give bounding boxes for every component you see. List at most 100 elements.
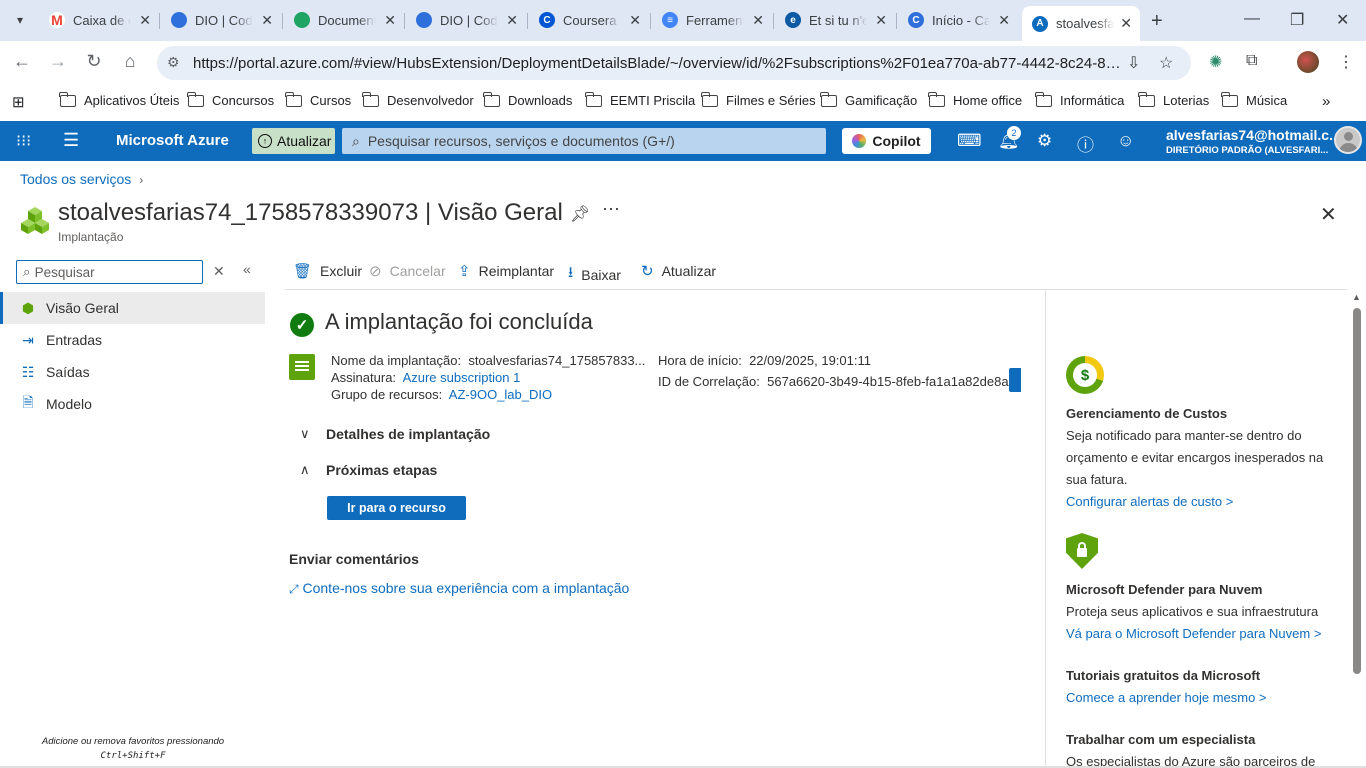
bookmark-folder[interactable]: Informática <box>1035 91 1124 108</box>
close-tab-icon[interactable]: ✕ <box>998 12 1010 29</box>
close-tab-icon[interactable]: ✕ <box>506 12 518 29</box>
back-button[interactable]: ← <box>10 51 34 72</box>
browser-tab[interactable]: C Início - Ca ✕ <box>898 6 1018 34</box>
close-tab-icon[interactable]: ✕ <box>629 12 641 29</box>
collapse-menu-icon[interactable]: « <box>243 261 251 277</box>
nav-item-overview[interactable]: ⬢ Visão Geral <box>0 292 265 324</box>
next-steps-expander[interactable]: ∧ Próximas etapas <box>300 462 437 478</box>
cost-alerts-link[interactable]: Configurar alertas de custo > <box>1066 494 1233 509</box>
deployment-details-expander[interactable]: ∨ Detalhes de implantação <box>300 426 490 442</box>
browser-menu-icon[interactable]: ⋮ <box>1338 52 1354 72</box>
restore-window-button[interactable]: ❐ <box>1290 10 1304 30</box>
more-options-icon[interactable]: ··· <box>602 198 620 219</box>
breadcrumb-all-services[interactable]: Todos os serviços <box>20 171 131 187</box>
bookmark-folder[interactable]: Desenvolvedor <box>362 91 474 108</box>
feedback-icon[interactable]: ☺ <box>1117 131 1134 151</box>
copy-to-clipboard-button[interactable] <box>1009 368 1021 392</box>
cancel-button[interactable]: ⊘ Cancelar <box>369 262 446 280</box>
scrollbar-thumb[interactable] <box>1353 308 1361 674</box>
subscription-link[interactable]: Azure subscription 1 <box>403 370 521 385</box>
scroll-up-arrow-icon[interactable]: ▲ <box>1352 292 1361 302</box>
bookmark-star-icon[interactable]: ☆ <box>1159 53 1173 73</box>
install-app-icon[interactable]: ⇩ <box>1127 53 1140 73</box>
browser-tab[interactable]: Astoalvesfa ✕ <box>1022 6 1140 41</box>
nav-item-outputs[interactable]: ☷ Saídas <box>0 356 265 388</box>
browser-tab-title: Coursera | <box>563 12 621 28</box>
close-tab-icon[interactable]: ✕ <box>384 12 396 29</box>
pin-icon[interactable]: 📌︎ <box>570 204 590 224</box>
extension-icon[interactable]: ✺ <box>1209 52 1222 72</box>
delete-button[interactable]: 🗑︎ Excluir <box>293 262 362 280</box>
nav-item-template[interactable]: 🗎︎ Modelo <box>0 388 265 420</box>
browser-tab[interactable]: C Coursera | ✕ <box>529 6 649 34</box>
bookmark-folder[interactable]: Home office <box>928 91 1022 108</box>
apps-grid-icon[interactable]: ⊞ <box>12 93 25 111</box>
refresh-button[interactable]: ↻ Atualizar <box>641 262 716 280</box>
reload-button[interactable]: ↻ <box>82 51 106 72</box>
bookmark-folder[interactable]: Concursos <box>187 91 274 108</box>
browser-tab[interactable]: e Et si tu n'e ✕ <box>775 6 895 34</box>
close-window-button[interactable]: ✕ <box>1336 10 1349 30</box>
upgrade-button[interactable]: ↑ Atualizar <box>252 128 335 154</box>
home-button[interactable]: ⌂ <box>118 51 142 72</box>
close-tab-icon[interactable]: ✕ <box>139 12 151 29</box>
tutorials-link[interactable]: Comece a aprender hoje mesmo > <box>1066 690 1267 705</box>
defender-link[interactable]: Vá para o Microsoft Defender para Nuvem … <box>1066 626 1321 641</box>
global-search-input[interactable]: ⌕ Pesquisar recursos, serviços e documen… <box>342 128 826 154</box>
address-bar[interactable]: ⚙ https://portal.azure.com/#view/HubsExt… <box>157 46 1191 80</box>
forward-button[interactable]: → <box>46 51 70 72</box>
new-tab-button[interactable]: + <box>1151 10 1163 33</box>
bookmark-folder[interactable]: Downloads <box>483 91 572 108</box>
download-label: Baixar <box>581 266 621 283</box>
user-avatar[interactable] <box>1334 126 1362 154</box>
browser-tab-title: Et si tu n'e <box>809 12 867 28</box>
help-icon[interactable]: ⓘ <box>1077 131 1094 156</box>
portal-menu-icon[interactable]: ☰ <box>63 130 79 151</box>
main-scrollbar[interactable]: ▲ <box>1347 290 1366 768</box>
bookmark-folder[interactable]: Aplicativos Úteis <box>59 91 179 108</box>
next-steps-label: Próximas etapas <box>326 462 438 478</box>
browser-tab[interactable]: DIO | Codi ✕ <box>406 6 526 34</box>
deployment-name-label: Nome da implantação: <box>331 353 462 368</box>
copilot-button[interactable]: Copilot <box>842 128 931 154</box>
breadcrumb[interactable]: Todos os serviços › <box>20 171 143 187</box>
close-icon[interactable]: ✕ <box>1320 202 1337 227</box>
extensions-puzzle-icon[interactable]: ⧉ <box>1246 52 1257 70</box>
close-tab-icon[interactable]: ✕ <box>261 12 273 29</box>
bookmark-folder[interactable]: Loterias <box>1138 91 1209 108</box>
close-tab-icon[interactable]: ✕ <box>752 12 764 29</box>
bookmark-folder[interactable]: Cursos <box>285 91 351 108</box>
url-text[interactable]: https://portal.azure.com/#view/HubsExten… <box>193 55 1123 72</box>
close-tab-icon[interactable]: ✕ <box>1120 15 1132 32</box>
menu-search-input[interactable]: ⌕ Pesquisar <box>16 260 203 284</box>
feedback-link[interactable]: ⤢ Conte-nos sobre sua experiência com a … <box>289 580 629 597</box>
account-menu[interactable]: alvesfarias74@hotmail.c... DIRETÓRIO PAD… <box>1166 127 1341 156</box>
redeploy-button[interactable]: ⇪ Reimplantar <box>458 262 554 280</box>
folder-icon <box>820 91 837 107</box>
site-info-icon[interactable]: ⚙ <box>167 54 180 71</box>
close-tab-icon[interactable]: ✕ <box>875 12 887 29</box>
more-bookmarks-icon[interactable]: » <box>1322 93 1330 110</box>
profile-avatar[interactable] <box>1297 51 1319 73</box>
settings-gear-icon[interactable]: ⚙ <box>1037 131 1052 151</box>
azure-brand[interactable]: Microsoft Azure <box>116 132 229 149</box>
tab-search-chevron-icon[interactable]: ▾ <box>8 8 32 32</box>
bookmark-folder[interactable]: Filmes e Séries <box>701 91 816 108</box>
bookmark-folder[interactable]: Música <box>1221 91 1287 108</box>
nav-item-inputs[interactable]: ⇥ Entradas <box>0 324 265 356</box>
copilot-label: Copilot <box>872 133 921 149</box>
cloud-shell-icon[interactable]: ⌨ <box>957 131 982 151</box>
bookmark-folder[interactable]: Gamificação <box>820 91 917 108</box>
minimize-window-button[interactable]: — <box>1244 10 1260 28</box>
download-button[interactable]: ⭳ Baixar <box>568 262 621 287</box>
browser-tab[interactable]: DIO | Codi ✕ <box>161 6 281 34</box>
browser-tab[interactable]: Documento ✕ <box>284 6 404 34</box>
app-launcher-icon[interactable]: ⁝⁝⁝ <box>16 131 31 151</box>
browser-tab[interactable]: M Caixa de e ✕ <box>39 6 159 34</box>
clear-search-icon[interactable]: ✕ <box>213 263 225 280</box>
bookmark-folder[interactable]: EEMTI Priscila <box>585 91 695 108</box>
browser-tab[interactable]: ≡ Ferramenta ✕ <box>652 6 772 34</box>
resource-group-link[interactable]: AZ-9OO_lab_DIO <box>449 387 552 402</box>
go-to-resource-button[interactable]: Ir para o recurso <box>327 496 466 520</box>
defender-text: Proteja seus aplicativos e sua infraestr… <box>1066 604 1319 619</box>
